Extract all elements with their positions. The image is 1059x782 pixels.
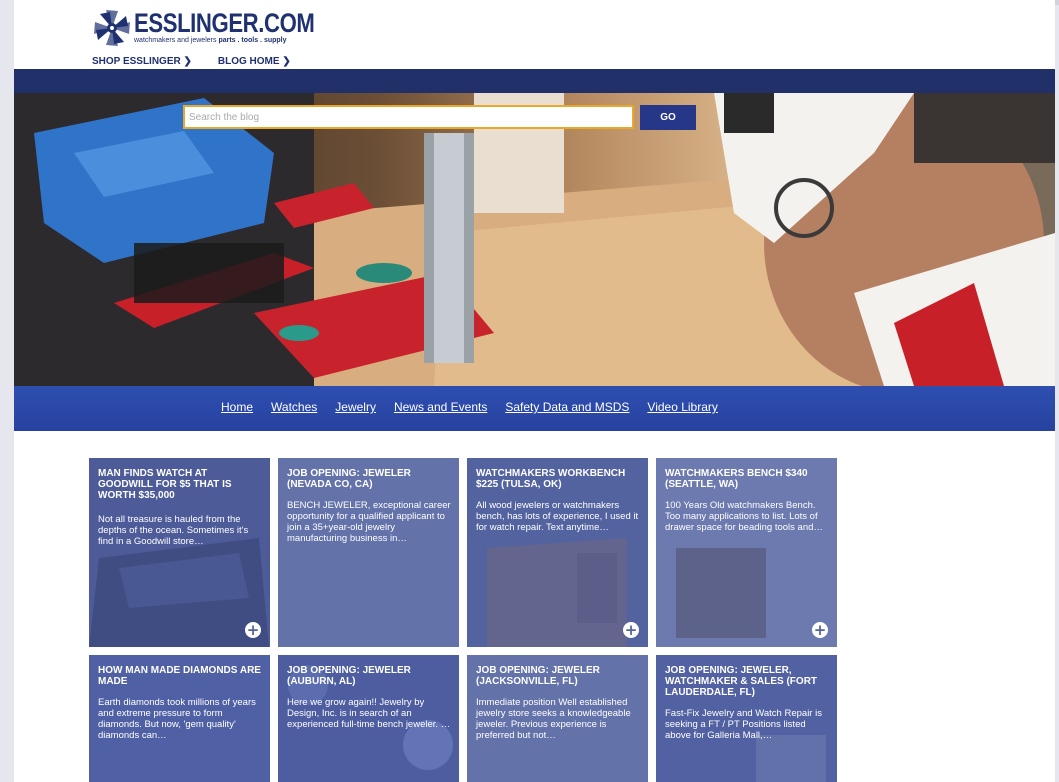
logo-mark-icon	[94, 10, 130, 46]
page-frame: ESSLINGER.COM watchmakers and jewelers p…	[14, 0, 1055, 782]
expand-plus-icon[interactable]: +	[245, 622, 261, 638]
search-go-button[interactable]: GO	[640, 105, 696, 130]
nav-jewelry[interactable]: Jewelry	[335, 400, 376, 414]
card-title[interactable]: WATCHMAKERS BENCH $340 (SEATTLE, WA)	[665, 468, 831, 490]
expand-plus-icon[interactable]: +	[812, 622, 828, 638]
post-card[interactable]: JOB OPENING: JEWELER (JACKSONVILLE, FL) …	[467, 655, 648, 782]
header-links: SHOP ESSLINGER ❯ BLOG HOME ❯	[92, 56, 291, 67]
card-excerpt: Fast-Fix Jewelry and Watch Repair is see…	[665, 708, 822, 741]
hero-image	[14, 93, 1055, 386]
shop-esslinger-link[interactable]: SHOP ESSLINGER ❯	[92, 56, 192, 67]
site-logo[interactable]: ESSLINGER.COM watchmakers and jewelers p…	[92, 8, 354, 50]
expand-plus-icon[interactable]: +	[623, 622, 639, 638]
card-title[interactable]: JOB OPENING: JEWELER (JACKSONVILLE, FL)	[476, 665, 642, 687]
card-title[interactable]: JOB OPENING: JEWELER (NEVADA CO, CA)	[287, 468, 453, 490]
card-title[interactable]: JOB OPENING: JEWELER (AUBURN, AL)	[287, 665, 453, 687]
card-title[interactable]: MAN FINDS WATCH AT GOODWILL FOR $5 THAT …	[98, 468, 264, 501]
nav-watches[interactable]: Watches	[271, 400, 317, 414]
post-card[interactable]: WATCHMAKERS BENCH $340 (SEATTLE, WA) 100…	[656, 458, 837, 647]
post-card[interactable]: JOB OPENING: JEWELER (AUBURN, AL) Here w…	[278, 655, 459, 782]
card-excerpt: Earth diamonds took millions of years an…	[98, 697, 256, 741]
logo-tagline: watchmakers and jewelers parts . tools .…	[134, 37, 354, 44]
logo-name: ESSLINGER.COM	[134, 8, 315, 38]
logo-tagline-plain: watchmakers and jewelers	[134, 37, 219, 44]
blog-search-input[interactable]	[183, 105, 634, 129]
card-excerpt: 100 Years Old watchmakers Bench. Too man…	[665, 500, 823, 533]
logo-tagline-bold: parts . tools . supply	[218, 37, 287, 44]
post-card[interactable]: WATCHMAKERS WORKBENCH $225 (TULSA, OK) A…	[467, 458, 648, 647]
card-excerpt: Immediate position Well established jewe…	[476, 697, 631, 741]
post-card[interactable]: JOB OPENING: JEWELER, WATCHMAKER & SALES…	[656, 655, 837, 782]
card-title[interactable]: JOB OPENING: JEWELER, WATCHMAKER & SALES…	[665, 665, 831, 698]
card-title[interactable]: HOW MAN MADE DIAMONDS ARE MADE	[98, 665, 264, 687]
card-excerpt: All wood jewelers or watchmakers bench, …	[476, 500, 639, 533]
main-nav: Home Watches Jewelry News and Events Saf…	[14, 386, 1055, 431]
card-excerpt: Here we grow again!! Jewelry by Design, …	[287, 697, 451, 730]
post-card[interactable]: JOB OPENING: JEWELER (NEVADA CO, CA) BEN…	[278, 458, 459, 647]
hero-banner: GO	[14, 93, 1055, 386]
nav-news-and-events[interactable]: News and Events	[394, 400, 487, 414]
post-card[interactable]: HOW MAN MADE DIAMONDS ARE MADE Earth dia…	[89, 655, 270, 782]
card-title[interactable]: WATCHMAKERS WORKBENCH $225 (TULSA, OK)	[476, 468, 642, 490]
nav-safety-data[interactable]: Safety Data and MSDS	[505, 400, 629, 414]
site-header: ESSLINGER.COM watchmakers and jewelers p…	[14, 0, 1055, 69]
nav-video-library[interactable]: Video Library	[647, 400, 718, 414]
post-card[interactable]: MAN FINDS WATCH AT GOODWILL FOR $5 THAT …	[89, 458, 270, 647]
card-excerpt: BENCH JEWELER, exceptional career opport…	[287, 500, 451, 544]
card-excerpt: Not all treasure is hauled from the dept…	[98, 514, 249, 547]
header-band	[14, 69, 1055, 93]
nav-home[interactable]: Home	[221, 400, 253, 414]
blog-home-link[interactable]: BLOG HOME ❯	[218, 56, 291, 67]
